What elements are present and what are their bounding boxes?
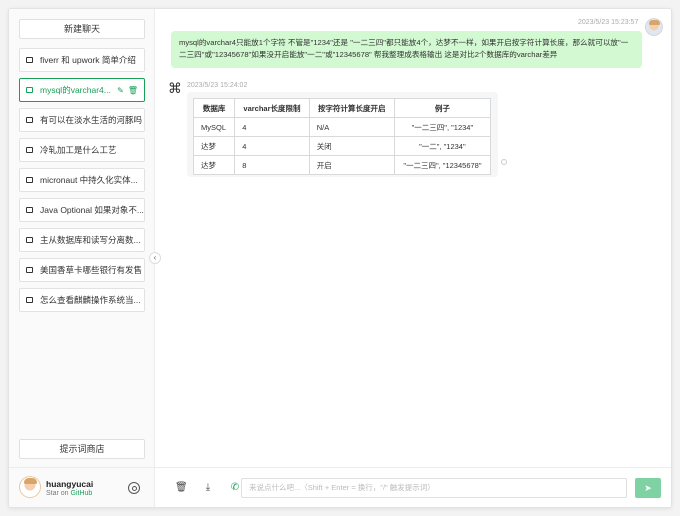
- table-cell: "一二三四", "1234": [393, 117, 492, 137]
- avatar: [645, 18, 663, 36]
- conversation-item[interactable]: 有可以在淡水生活的河豚吗: [19, 108, 145, 132]
- gear-icon[interactable]: [128, 482, 140, 494]
- conversation-item[interactable]: 美国香草卡哪些银行有发售: [19, 258, 145, 282]
- new-chat-button[interactable]: 新建聊天: [19, 19, 145, 39]
- edit-icon[interactable]: ✎: [117, 86, 124, 95]
- table-cell: 关闭: [308, 136, 395, 156]
- table-cell: N/A: [308, 117, 395, 137]
- bot-message: 数据库 varchar长度限制 按字符计算长度开启 例子 MySQL 4 N/A…: [187, 92, 498, 177]
- conversation-label: Java Optional 如果对象不...: [40, 205, 144, 215]
- table-row: MySQL 4 N/A "一二三四", "1234": [192, 117, 492, 137]
- prompt-store-button[interactable]: 提示词商店: [19, 439, 145, 459]
- star-text: Star on: [46, 490, 71, 497]
- avatar[interactable]: [19, 476, 41, 498]
- chat-bubble-icon: [26, 297, 33, 303]
- conversation-item-active[interactable]: mysql的varchar4... ✎ 🗑: [19, 78, 145, 102]
- table-cell: 达梦: [192, 155, 236, 175]
- table-row: 达梦 8 开启 "一二三四", "12345678": [192, 155, 492, 175]
- table-header: 按字符计算长度开启: [308, 98, 395, 118]
- trash-icon[interactable]: 🗑: [175, 482, 188, 494]
- user-profile: huangyucai Star on GitHub: [9, 467, 154, 507]
- table-header-row: 数据库 varchar长度限制 按字符计算长度开启 例子: [192, 98, 492, 118]
- user-message-time: 2023/5/23 15:23:57: [578, 19, 639, 26]
- whatsapp-icon[interactable]: ✆: [229, 482, 241, 494]
- chat-bubble-icon: [26, 117, 33, 123]
- bot-message-time: 2023/5/23 15:24:02: [187, 82, 248, 89]
- message-input[interactable]: 来说点什么吧...（Shift + Enter = 换行，"/" 触发提示词）: [241, 478, 627, 498]
- chat-bubble-icon: [26, 57, 33, 63]
- trash-icon[interactable]: 🗑: [128, 86, 138, 95]
- send-icon: ➤: [644, 483, 652, 493]
- table-cell: "一二三四", "12345678": [393, 155, 492, 175]
- table-header: varchar长度限制: [234, 98, 310, 118]
- chat-area: 2023/5/23 15:23:57 mysql的varchar4只能放1个字符…: [155, 9, 671, 507]
- table-row: 达梦 4 关闭 "一二", "1234": [192, 136, 492, 156]
- chat-bubble-icon: [26, 237, 33, 243]
- table-header: 数据库: [192, 98, 236, 118]
- chat-bubble-icon: [26, 87, 33, 93]
- table-cell: MySQL: [192, 117, 236, 137]
- star-on-github: Star on GitHub: [46, 490, 92, 497]
- conversation-item[interactable]: 主从数据库和读写分离数...: [19, 228, 145, 252]
- app-window: 新建聊天 fiverr 和 upwork 简单介绍 mysql的varchar4…: [8, 8, 672, 508]
- table-cell: 达梦: [192, 136, 236, 156]
- openai-logo-icon: ⌘: [168, 80, 182, 96]
- comparison-table: 数据库 varchar长度限制 按字符计算长度开启 例子 MySQL 4 N/A…: [192, 98, 492, 175]
- download-icon[interactable]: ⤓: [202, 482, 214, 494]
- conversation-label: 冷轧加工是什么工艺: [40, 145, 117, 155]
- input-bar: 🗑 ⤓ ✆ 来说点什么吧...（Shift + Enter = 换行，"/" 触…: [155, 467, 671, 507]
- conversation-label: 美国香草卡哪些银行有发售: [40, 265, 143, 275]
- table-cell: 8: [234, 155, 310, 175]
- conversation-item[interactable]: 怎么查看麒麟操作系统当...: [19, 288, 145, 312]
- conversation-label: 有可以在淡水生活的河豚吗: [40, 115, 143, 125]
- conversation-label: micronaut 中持久化实体...: [40, 175, 138, 185]
- sidebar: 新建聊天 fiverr 和 upwork 简单介绍 mysql的varchar4…: [9, 9, 155, 507]
- conversation-label: fiverr 和 upwork 简单介绍: [40, 55, 136, 65]
- conversation-item[interactable]: Java Optional 如果对象不...: [19, 198, 145, 222]
- conversation-item[interactable]: 冷轧加工是什么工艺: [19, 138, 145, 162]
- user-name: huangyucai: [46, 479, 94, 489]
- message-options-icon[interactable]: [501, 159, 507, 165]
- chat-bubble-icon: [26, 147, 33, 153]
- table-cell: "一二", "1234": [393, 136, 492, 156]
- conversation-item[interactable]: fiverr 和 upwork 简单介绍: [19, 48, 145, 72]
- table-cell: 4: [234, 117, 310, 137]
- chat-bubble-icon: [26, 177, 33, 183]
- github-link[interactable]: GitHub: [71, 490, 93, 497]
- chat-bubble-icon: [26, 207, 33, 213]
- chat-bubble-icon: [26, 267, 33, 273]
- conversation-label: 怎么查看麒麟操作系统当...: [40, 295, 141, 305]
- conversation-item[interactable]: micronaut 中持久化实体...: [19, 168, 145, 192]
- conversation-label: 主从数据库和读写分离数...: [40, 235, 141, 245]
- send-button[interactable]: ➤: [635, 478, 661, 498]
- table-header: 例子: [393, 98, 492, 118]
- conversation-actions: ✎ 🗑: [117, 86, 138, 95]
- user-message: mysql的varchar4只能放1个字符 不管是"1234"还是 "一二三四"…: [171, 31, 642, 68]
- table-cell: 4: [234, 136, 310, 156]
- conversation-label: mysql的varchar4...: [40, 85, 111, 95]
- table-cell: 开启: [308, 155, 395, 175]
